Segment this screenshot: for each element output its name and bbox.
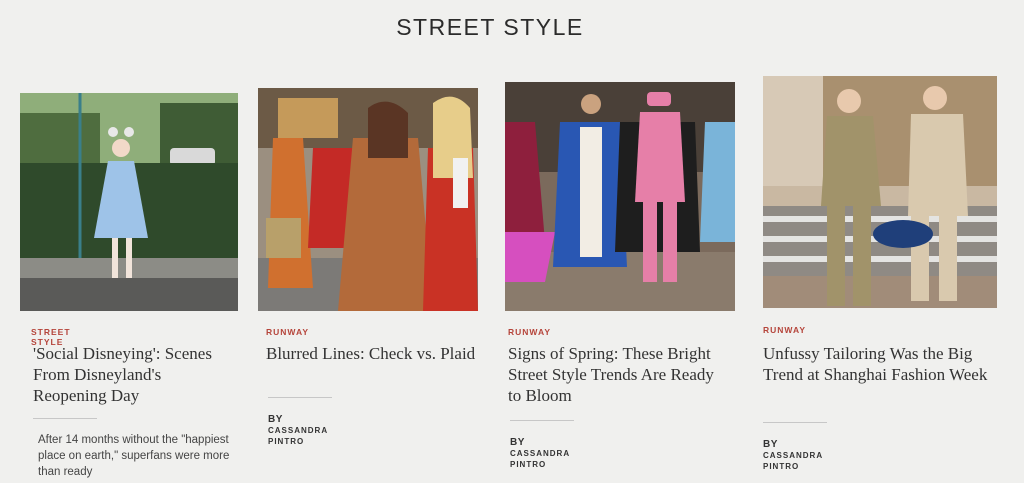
article-dek: After 14 months without the "happiest pl… [38,434,230,478]
article-kicker[interactable]: RUNWAY [508,327,551,337]
article-kicker[interactable]: RUNWAY [266,327,309,337]
byline-prefix: BY [510,437,525,448]
divider [268,397,332,398]
byline-author[interactable]: CASSANDRA PINTRO [763,451,823,471]
article-headline[interactable]: Blurred Lines: Check vs. Plaid [266,343,476,364]
byline-prefix: BY [763,439,778,450]
article-byline: BY CASSANDRA PINTRO [510,437,570,470]
article-photo[interactable] [505,82,735,311]
divider [510,420,574,421]
divider [33,418,97,419]
article-byline: BY CASSANDRA PINTRO [763,439,823,472]
article-kicker[interactable]: RUNWAY [763,325,806,335]
byline-author[interactable]: CASSANDRA PINTRO [268,426,328,446]
section-title: STREET STYLE [396,14,584,40]
article-headline[interactable]: Unfussy Tailoring Was the Big Trend at S… [763,343,988,385]
article-byline: BY CASSANDRA PINTRO [268,414,328,447]
divider [763,422,827,423]
article-headline[interactable]: Signs of Spring: These Bright Street Sty… [508,343,728,406]
article-photo[interactable] [20,93,238,311]
byline-prefix: BY [268,414,283,425]
article-photo[interactable] [258,88,478,311]
byline-author[interactable]: CASSANDRA PINTRO [510,449,570,469]
article-photo[interactable] [763,76,997,308]
article-headline[interactable]: 'Social Disneying': Scenes From Disneyla… [33,343,228,406]
